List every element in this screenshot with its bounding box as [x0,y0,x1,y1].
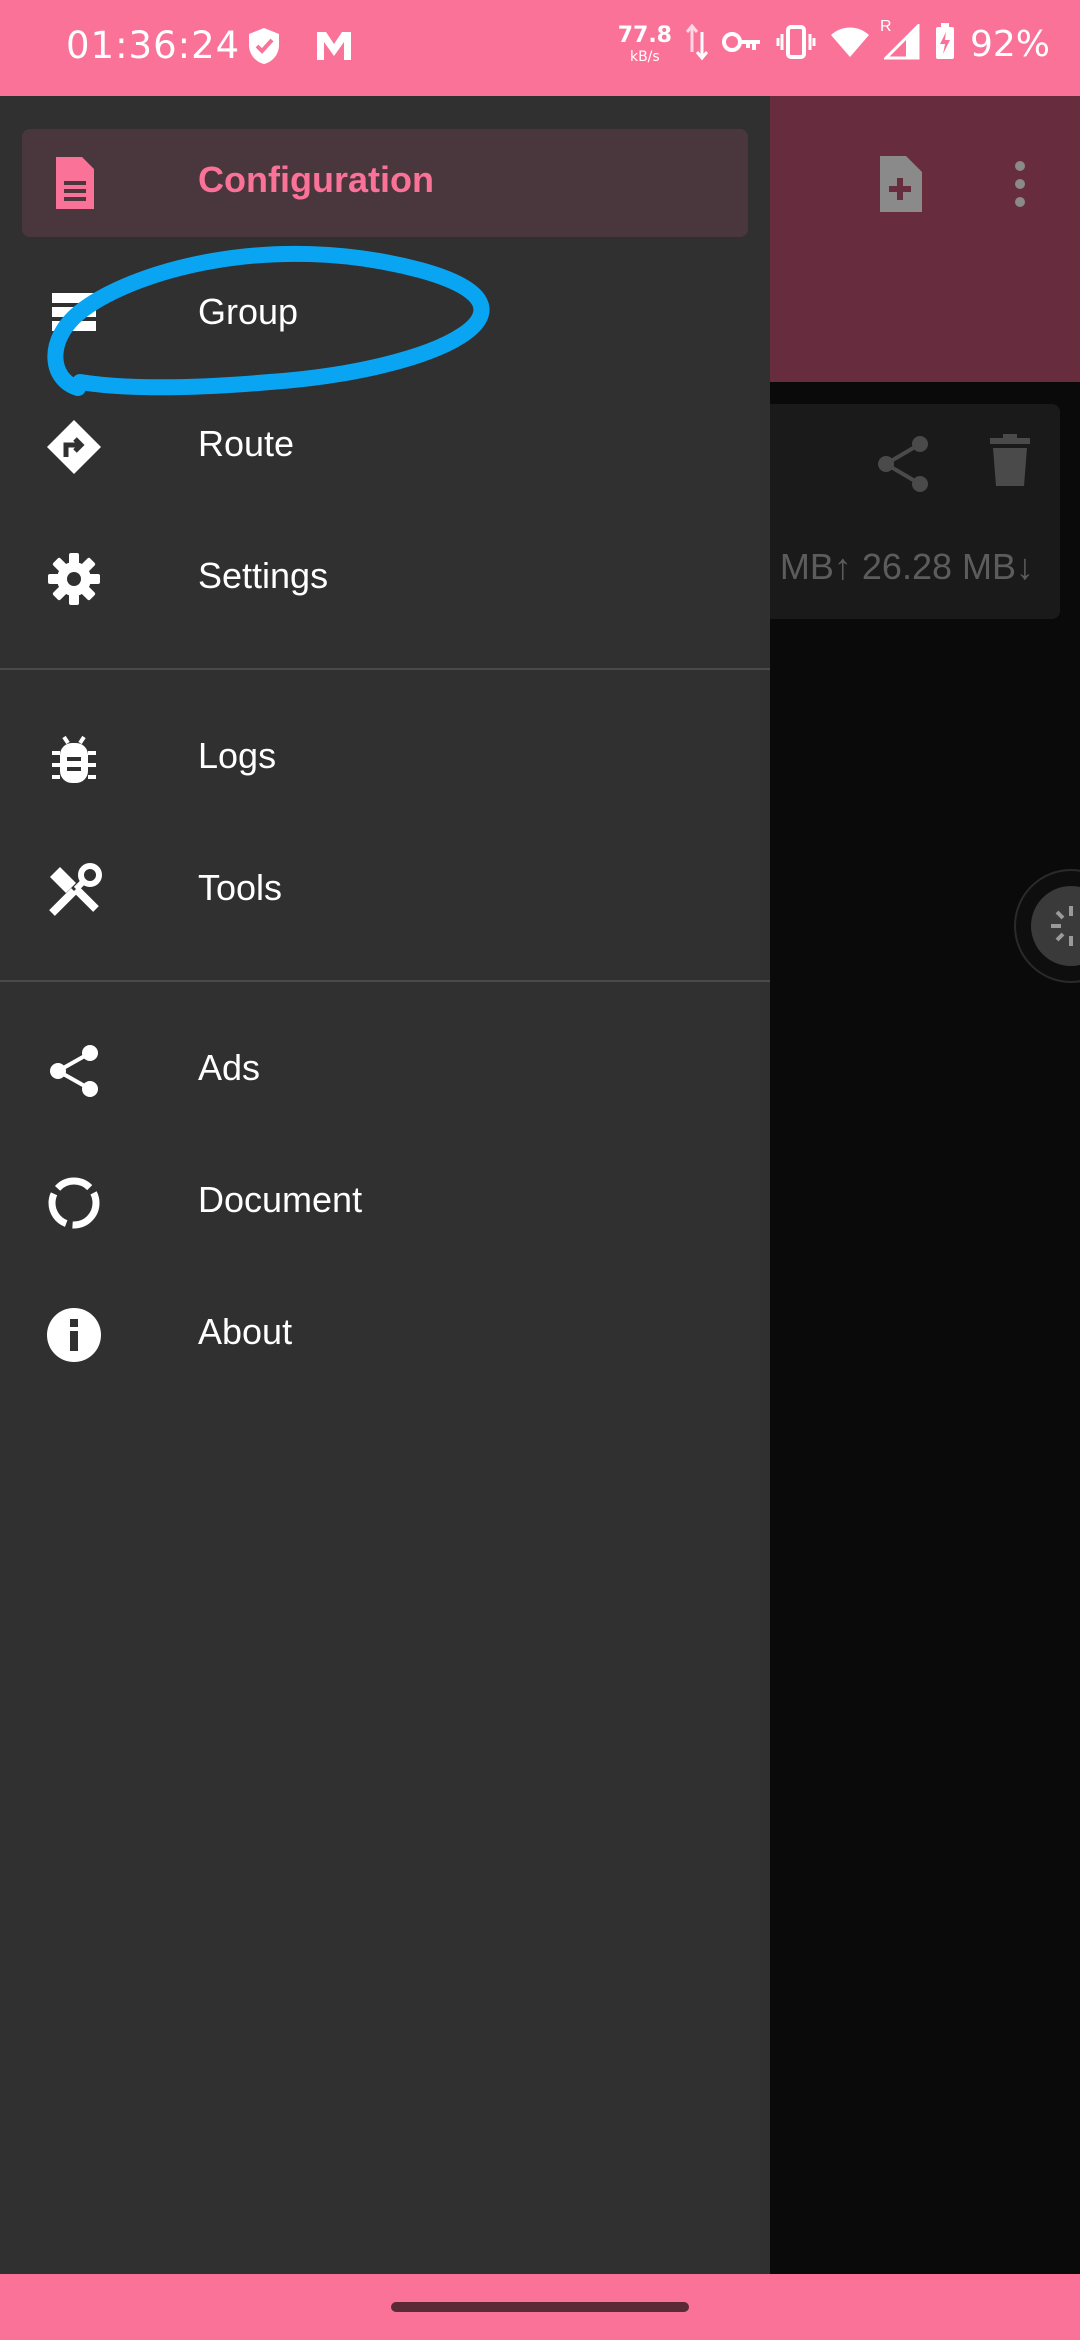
nav-item-route[interactable]: Route [0,381,770,513]
navigation-drawer: Configuration Group Route Settings Logs … [0,96,770,2274]
nav-label-logs: Logs [198,735,277,776]
progress-circle-icon [46,1175,102,1231]
battery-percent: 92% [969,24,1050,65]
drawer-divider [0,668,770,670]
nav-label-configuration: Configuration [198,159,434,200]
nav-item-document[interactable]: Document [0,1137,770,1269]
home-gesture-handle[interactable] [391,2302,689,2312]
wifi-icon [830,25,870,64]
nav-label-settings: Settings [198,555,329,596]
cell-signal-icon: R [880,18,920,65]
fab-inner [1031,886,1080,966]
drawer-divider [0,980,770,982]
nav-label-document: Document [198,1179,363,1220]
status-system-icons: 77.8 kB/s R 92% [617,18,1050,67]
status-notification-icons [246,26,354,71]
document-icon [46,155,102,211]
network-speed: 77.8 kB/s [617,23,672,65]
bug-icon [46,731,102,787]
nav-label-about: About [198,1311,293,1352]
share-icon[interactable] [876,434,930,499]
nav-item-logs[interactable]: Logs [0,693,770,825]
nav-label-group: Group [198,291,299,332]
add-document-icon[interactable] [840,136,960,232]
network-speed-value: 77.8 [617,23,672,48]
mail-cat-icon [314,26,354,71]
connect-fab[interactable] [1014,869,1080,983]
card-actions [876,434,1030,499]
status-time: 01:36:24 [66,24,241,67]
tools-icon [46,863,102,919]
nav-item-settings[interactable]: Settings [0,513,770,645]
share-icon [46,1043,102,1099]
nav-item-about[interactable]: About [0,1269,770,1401]
system-nav-bar [0,2274,1080,2340]
nav-label-ads: Ads [198,1047,261,1088]
nav-item-tools[interactable]: Tools [0,825,770,957]
vibrate-icon [776,24,816,65]
network-speed-unit: kB/s [629,49,660,65]
route-sign-icon [46,419,102,475]
nav-item-configuration[interactable]: Configuration [0,129,770,261]
gear-icon [46,551,102,607]
status-bar: 01:36:24 77.8 kB/s R 92% [0,0,1080,96]
shield-check-icon [246,26,282,71]
nav-item-ads[interactable]: Ads [0,1005,770,1137]
data-transfer-icon [685,22,709,67]
toolbar-actions [840,136,1080,232]
traffic-stats: MB↑ 26.28 MB↓ [779,546,1034,587]
more-vertical-icon[interactable] [960,136,1080,232]
delete-icon[interactable] [990,434,1030,499]
nav-label-tools: Tools [198,867,283,908]
battery-charging-icon [934,23,956,66]
list-icon [46,287,102,343]
vpn-key-icon [721,27,762,62]
loading-spinner-icon [1051,906,1073,946]
nav-label-route: Route [198,423,295,464]
roaming-badge: R [879,18,892,35]
info-icon [46,1307,102,1363]
nav-item-group[interactable]: Group [0,249,770,381]
